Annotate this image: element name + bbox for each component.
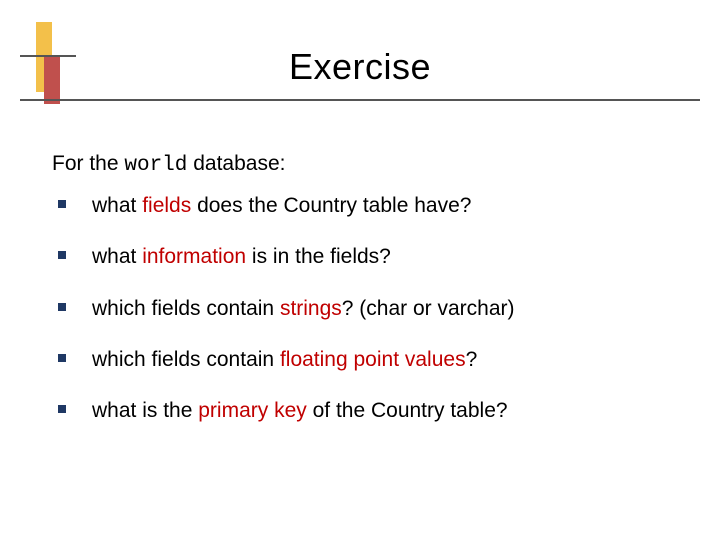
bullet-list: what fields does the Country table have?… [52,192,672,448]
bullet-post: ? (char or varchar) [342,297,515,320]
rule-long [20,99,700,101]
list-item: what information is in the fields? [52,243,672,270]
bullet-highlight: strings [280,297,342,320]
bullet-post: is in the fields? [246,245,391,268]
intro-line: For the world database: [52,152,285,177]
list-item: which fields contain floating point valu… [52,346,672,373]
bullet-pre: what [92,194,142,217]
list-item: what fields does the Country table have? [52,192,672,219]
intro-suffix: database: [187,152,285,175]
bullet-highlight: fields [142,194,191,217]
intro-code: world [124,154,187,177]
bullet-pre: what [92,245,142,268]
bullet-post: does the Country table have? [191,194,471,217]
intro-prefix: For the [52,152,124,175]
list-item: what is the primary key of the Country t… [52,397,672,424]
bullet-post: of the Country table? [307,399,508,422]
bullet-highlight: primary key [198,399,307,422]
bullet-highlight: information [142,245,246,268]
bullet-pre: what is the [92,399,198,422]
bullet-highlight: floating point values [280,348,466,371]
slide-title: Exercise [0,46,720,88]
list-item: which fields contain strings? (char or v… [52,295,672,322]
bullet-pre: which fields contain [92,297,280,320]
bullet-post: ? [466,348,478,371]
bullet-pre: which fields contain [92,348,280,371]
slide: Exercise For the world database: what fi… [0,0,720,540]
